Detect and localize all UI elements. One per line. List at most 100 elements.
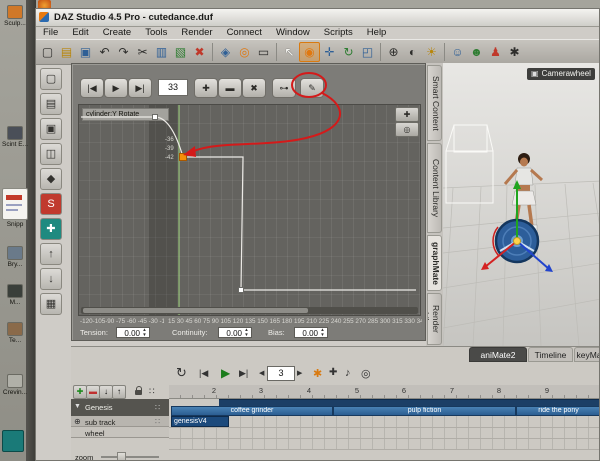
frame-next-icon[interactable]: ▶ <box>297 369 302 377</box>
zoom-slider-handle[interactable] <box>117 452 126 460</box>
remove-track-button[interactable]: ▬ <box>86 385 100 399</box>
settings-icon[interactable]: ✱ <box>505 42 524 62</box>
key-button[interactable]: ⊶ <box>272 78 296 98</box>
track-row-subtrack[interactable]: ⊕ sub track ∷ <box>71 416 169 427</box>
spinner-arrows-icon[interactable]: ▲ ▼ <box>243 327 250 337</box>
track-row-wheel[interactable]: wheel <box>71 427 169 438</box>
scale-tool-icon[interactable]: ◰ <box>358 42 377 62</box>
draw-key-button[interactable]: ✎ <box>300 78 324 98</box>
menu-edit[interactable]: Edit <box>65 27 95 38</box>
add-block-icon[interactable]: ✚ <box>329 367 337 378</box>
animate-goto-end-icon[interactable]: ▶| <box>239 368 248 379</box>
spinner-arrows-icon[interactable]: ▲ ▼ <box>319 327 326 337</box>
bias-input[interactable]: 0.00 ▲ ▼ <box>294 327 328 338</box>
teal-tool-icon[interactable]: ✚ <box>40 218 62 240</box>
frame-icon[interactable]: ▭ <box>254 42 273 62</box>
desktop-icon-crevin[interactable]: Crevin... <box>0 374 30 396</box>
tab-content-library[interactable]: Content Library <box>427 143 442 233</box>
menu-help[interactable]: Help <box>360 27 394 38</box>
grip-dots-icon[interactable]: ∷ <box>155 403 160 412</box>
menu-file[interactable]: File <box>36 27 65 38</box>
desktop-icon-bry[interactable]: Bry... <box>0 246 30 268</box>
grip-dots-icon[interactable]: ∷ <box>155 417 160 426</box>
move-up-icon[interactable]: ↑ <box>40 243 62 265</box>
save-icon[interactable]: ▣ <box>76 42 95 62</box>
redo-icon[interactable]: ↷ <box>114 42 133 62</box>
animate-play-icon[interactable]: ▶ <box>221 366 230 380</box>
animate-frame-input[interactable]: 3 <box>267 366 295 381</box>
actor-icon[interactable]: ☺ <box>448 42 467 62</box>
aniblock-tool-icon[interactable]: ✱ <box>313 367 322 380</box>
undo-icon[interactable]: ↶ <box>95 42 114 62</box>
menu-window[interactable]: Window <box>269 27 317 38</box>
palette-icon[interactable]: ◆ <box>40 168 62 190</box>
graph-play-button[interactable]: ▶ <box>104 78 128 98</box>
tension-input[interactable]: 0.00 ▲ ▼ <box>116 327 150 338</box>
new-file-icon[interactable]: ▢ <box>40 68 62 90</box>
tab-animate2[interactable]: aniMate2 <box>469 347 527 362</box>
selected-keyframe-point[interactable] <box>179 153 187 161</box>
desktop-teal-icon[interactable] <box>2 430 24 452</box>
move-track-down-button[interactable]: ↓ <box>99 385 113 399</box>
camera-icon[interactable]: ◐ <box>403 42 422 62</box>
move-track-up-button[interactable]: ↑ <box>112 385 126 399</box>
graph-goto-start-button[interactable]: |◀ <box>80 78 104 98</box>
graph-h-scroll-thumb[interactable] <box>83 308 308 313</box>
active-pose-tool-icon[interactable]: ◉ <box>299 42 320 62</box>
tab-timeline[interactable]: Timeline <box>528 347 573 362</box>
camera-selector[interactable]: ▣ Camerawheel <box>527 68 595 80</box>
menu-scripts[interactable]: Scripts <box>317 27 360 38</box>
merge-icon[interactable]: ◫ <box>40 143 62 165</box>
desktop-icon-sculp[interactable]: Sculp... <box>0 5 30 27</box>
desktop-icon-m[interactable]: M... <box>0 284 30 306</box>
scene-icon[interactable]: ◈ <box>216 42 235 62</box>
light-icon[interactable]: ☀ <box>422 42 441 62</box>
move-down-icon[interactable]: ↓ <box>40 268 62 290</box>
pose-icon[interactable]: ♟ <box>486 42 505 62</box>
paste-icon[interactable]: ▧ <box>171 42 190 62</box>
desktop-icon-te[interactable]: Te... <box>0 322 30 344</box>
aniblock-pulp-fiction[interactable]: pulp fiction <box>333 406 516 416</box>
zoom-slider-track[interactable] <box>101 456 159 458</box>
lock-icon[interactable] <box>135 386 142 395</box>
new-icon[interactable]: ▢ <box>38 42 57 62</box>
desktop-icon-snipp[interactable]: Snipp <box>0 188 30 228</box>
aniblock-ride-the-pony[interactable]: ride the pony <box>516 406 599 416</box>
tab-keymate[interactable]: keyMa <box>574 347 599 362</box>
continuity-input[interactable]: 0.00 ▲ ▼ <box>218 327 252 338</box>
menu-create[interactable]: Create <box>96 27 139 38</box>
tab-graphmate[interactable]: graphMate <box>427 235 442 291</box>
rotate-tool-icon[interactable]: ↻ <box>339 42 358 62</box>
expand-plus-icon[interactable]: ⊕ <box>74 417 81 426</box>
delete-key-button[interactable]: ▬ <box>218 78 242 98</box>
tab-smart-content[interactable]: Smart Content <box>427 65 442 141</box>
graph-frame-input[interactable]: 33 <box>158 79 188 96</box>
menu-connect[interactable]: Connect <box>220 27 269 38</box>
aim-icon[interactable]: ◎ <box>235 42 254 62</box>
aniblock-genesisv4[interactable]: genesisV4 <box>171 416 229 427</box>
cube-icon[interactable]: ▦ <box>40 293 62 315</box>
copy-icon[interactable]: ▥ <box>152 42 171 62</box>
pan-tool-icon[interactable]: ⊕ <box>384 42 403 62</box>
animate-goto-start-icon[interactable]: |◀ <box>199 368 208 379</box>
menu-render[interactable]: Render <box>174 27 219 38</box>
cut-icon[interactable]: ✂ <box>133 42 152 62</box>
tab-render-library[interactable]: Render Libr <box>427 293 442 345</box>
audio-icon[interactable]: ♪ <box>345 367 351 379</box>
loop-icon[interactable]: ↻ <box>176 365 187 381</box>
add-track-button[interactable]: ✚ <box>73 385 87 399</box>
translate-tool-icon[interactable]: ✛ <box>320 42 339 62</box>
spinner-arrows-icon[interactable]: ▲ ▼ <box>141 327 148 337</box>
title-bar[interactable]: DAZ Studio 4.5 Pro - cutedance.duf <box>36 9 599 27</box>
open-icon[interactable]: ▤ <box>57 42 76 62</box>
timeline-ruler[interactable]: 2 3 4 5 6 7 8 9 <box>169 385 599 399</box>
keyframe-point[interactable] <box>238 287 244 293</box>
aniblock-coffee-grinder[interactable]: coffee grinder <box>171 406 333 416</box>
close-button[interactable]: ✖ <box>242 78 266 98</box>
keyframe-point[interactable] <box>152 114 158 120</box>
curve-graph[interactable]: cylinder:Y Rotate ✚ ◎ -36 -39 -42 <box>78 104 421 316</box>
delete-icon[interactable]: ✖ <box>190 42 209 62</box>
menu-tools[interactable]: Tools <box>138 27 174 38</box>
track-row-genesis[interactable]: ▼ Genesis ∷ <box>71 399 169 416</box>
animate-range-bar[interactable] <box>219 399 599 406</box>
